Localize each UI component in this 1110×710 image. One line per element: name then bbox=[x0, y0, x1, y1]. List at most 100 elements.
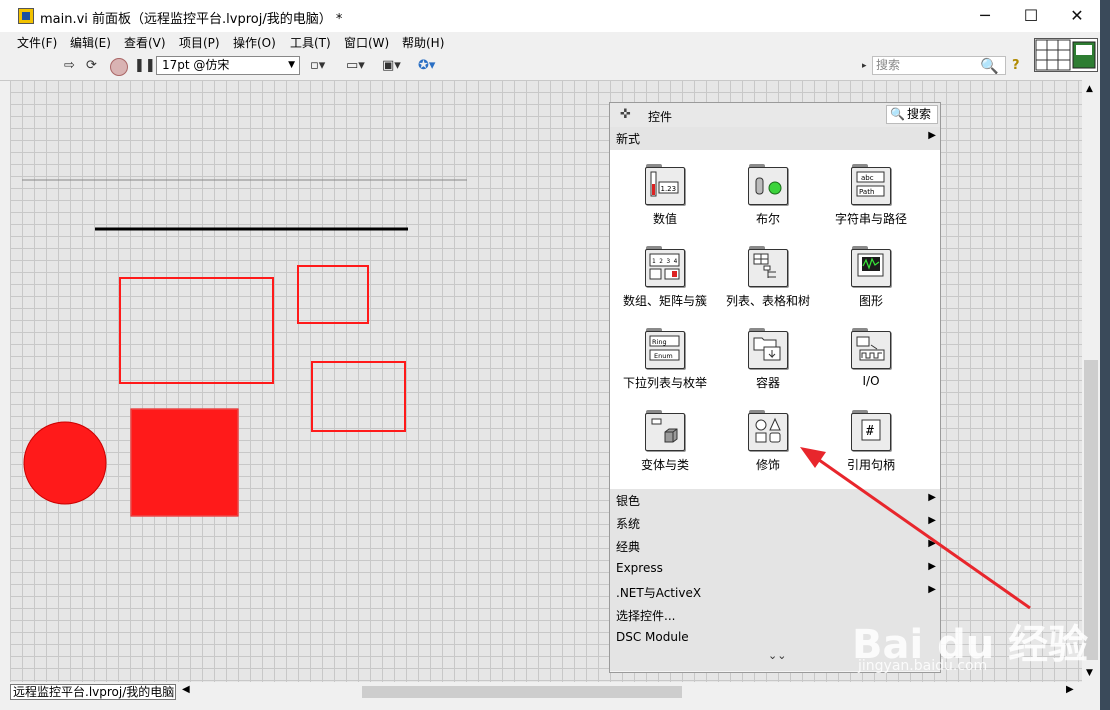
chevron-right-icon: ▶ bbox=[928, 584, 936, 595]
ring-enum-icon: Ring Enum bbox=[645, 328, 685, 369]
reorder-icon[interactable]: ✪▾ bbox=[418, 57, 435, 75]
scroll-up-icon[interactable]: ▲ bbox=[1086, 84, 1093, 94]
io-icon bbox=[851, 328, 891, 369]
red-frame-medium[interactable] bbox=[311, 361, 406, 432]
palette-item-string-path[interactable]: abc Path 字符串与路径 bbox=[816, 158, 926, 240]
category-label: 经典 bbox=[616, 540, 641, 554]
array-glyph-text: 1 2 3 4 bbox=[652, 258, 678, 265]
palette-item-variant-class[interactable]: 变体与类 bbox=[610, 404, 720, 486]
palette-item-ring-enum[interactable]: Ring Enum 下拉列表与枚举 bbox=[610, 322, 720, 404]
palette-item-label: 列表、表格和树 bbox=[725, 294, 810, 308]
category-label: 系统 bbox=[616, 517, 641, 531]
pause-icon[interactable]: ❚❚ bbox=[134, 57, 156, 75]
category-label: 新式 bbox=[616, 132, 641, 146]
palette-title: 控件 bbox=[648, 110, 673, 124]
menu-window[interactable]: 窗口(W) bbox=[344, 34, 389, 51]
palette-search-label: 搜索 bbox=[907, 107, 932, 121]
menu-view[interactable]: 查看(V) bbox=[124, 34, 166, 51]
palette-category-silver[interactable]: 银色 ▶ bbox=[610, 489, 940, 512]
menu-project[interactable]: 项目(P) bbox=[179, 34, 220, 51]
palette-item-refnum[interactable]: # 引用句柄 bbox=[816, 404, 926, 486]
watermark-url: jingyan.baidu.com bbox=[858, 658, 988, 674]
red-frame-small[interactable] bbox=[297, 265, 369, 324]
enum-glyph-text: Enum bbox=[654, 352, 673, 360]
palette-items-grid: 1.23 数值 布尔 abc Path 字符串与路径 1 2 3 4 数组、矩阵… bbox=[610, 150, 940, 489]
palette-category-system[interactable]: 系统 ▶ bbox=[610, 512, 940, 535]
palette-category-dotnet-activex[interactable]: .NET与ActiveX ▶ bbox=[610, 581, 940, 604]
palette-item-list-table-tree[interactable]: 列表、表格和树 bbox=[713, 240, 823, 322]
category-label: 选择控件... bbox=[616, 609, 676, 623]
menu-file[interactable]: 文件(F) bbox=[17, 34, 57, 51]
refnum-icon: # bbox=[851, 410, 891, 451]
string-path-icon: abc Path bbox=[851, 164, 891, 205]
string-glyph-text: abc bbox=[861, 174, 874, 182]
refnum-glyph-text: # bbox=[866, 424, 874, 439]
search-icon[interactable]: 🔍 bbox=[980, 57, 999, 75]
project-path-label: 远程监控平台.lvproj/我的电脑 bbox=[10, 684, 176, 700]
expand-more-icon[interactable]: ⌄⌄ bbox=[768, 649, 786, 662]
font-select[interactable]: 17pt @仿宋 ▼ bbox=[156, 56, 300, 75]
horizontal-scrollbar[interactable]: ◀ ▶ bbox=[180, 684, 1080, 700]
align-objects-icon[interactable]: ▫▾ bbox=[310, 57, 325, 75]
palette-category-modern[interactable]: 新式 ▶ bbox=[610, 127, 940, 150]
distribute-objects-icon[interactable]: ▭▾ bbox=[346, 57, 365, 75]
palette-item-label: I/O bbox=[862, 374, 880, 388]
palette-item-array-matrix-cluster[interactable]: 1 2 3 4 数组、矩阵与簇 bbox=[610, 240, 720, 322]
palette-item-label: 变体与类 bbox=[640, 458, 689, 472]
red-circle-decoration[interactable] bbox=[23, 421, 107, 505]
maximize-button[interactable]: ☐ bbox=[1008, 0, 1054, 32]
status-bar: 远程监控平台.lvproj/我的电脑 ◀ ▶ bbox=[0, 682, 1100, 710]
run-continuously-icon[interactable]: ⟳ bbox=[86, 57, 97, 75]
chevron-down-icon: ▼ bbox=[288, 60, 295, 70]
palette-item-label: 容器 bbox=[755, 376, 780, 390]
palette-category-express[interactable]: Express ▶ bbox=[610, 558, 940, 581]
path-glyph-text: Path bbox=[859, 188, 874, 196]
palette-item-label: 数组、矩阵与簇 bbox=[622, 294, 707, 308]
palette-header: ✜ 控件 🔍 搜索 bbox=[610, 103, 940, 127]
pin-icon[interactable]: ✜ bbox=[620, 107, 631, 122]
palette-item-graph[interactable]: 图形 bbox=[816, 240, 926, 322]
search-icon: 🔍 bbox=[890, 107, 905, 121]
palette-category-classic[interactable]: 经典 ▶ bbox=[610, 535, 940, 558]
palette-item-label: 下拉列表与枚举 bbox=[622, 376, 707, 390]
palette-item-containers[interactable]: 容器 bbox=[713, 322, 823, 404]
menu-operate[interactable]: 操作(O) bbox=[233, 34, 276, 51]
minimize-button[interactable]: ─ bbox=[962, 0, 1008, 32]
chevron-right-icon: ▶ bbox=[928, 492, 936, 503]
abort-icon[interactable] bbox=[110, 58, 128, 76]
menu-edit[interactable]: 编辑(E) bbox=[70, 34, 111, 51]
palette-item-label: 字符串与路径 bbox=[834, 212, 907, 226]
scroll-left-icon[interactable]: ◀ bbox=[182, 684, 190, 695]
run-icon[interactable]: ⇨ bbox=[64, 57, 75, 75]
help-icon[interactable]: ? bbox=[1012, 57, 1020, 75]
red-box-decoration[interactable] bbox=[130, 408, 239, 517]
chevron-right-icon: ▶ bbox=[928, 130, 936, 141]
numeric-icon: 1.23 bbox=[645, 164, 685, 205]
font-select-value: 17pt @仿宋 bbox=[162, 58, 230, 72]
palette-item-numeric[interactable]: 1.23 数值 bbox=[610, 158, 720, 240]
labview-vi-icon bbox=[18, 8, 34, 24]
palette-item-io[interactable]: I/O bbox=[816, 322, 926, 404]
palette-item-decorations[interactable]: 修饰 bbox=[713, 404, 823, 486]
variant-class-icon bbox=[645, 410, 685, 451]
vi-connector-pane-icon[interactable] bbox=[1034, 38, 1098, 72]
chevron-right-icon: ▶ bbox=[928, 561, 936, 572]
ring-glyph-text: Ring bbox=[652, 338, 667, 346]
chevron-right-icon: ▶ bbox=[928, 515, 936, 526]
containers-icon bbox=[748, 328, 788, 369]
scroll-right-icon[interactable]: ▶ bbox=[1066, 684, 1074, 695]
category-label: DSC Module bbox=[616, 630, 689, 644]
horizontal-scroll-thumb[interactable] bbox=[362, 686, 682, 698]
menu-bar: 文件(F) 编辑(E) 查看(V) 项目(P) 操作(O) 工具(T) 窗口(W… bbox=[0, 32, 1032, 52]
palette-item-boolean[interactable]: 布尔 bbox=[713, 158, 823, 240]
menu-help[interactable]: 帮助(H) bbox=[402, 34, 444, 51]
resize-objects-icon[interactable]: ▣▾ bbox=[382, 57, 401, 75]
palette-search-button[interactable]: 🔍 搜索 bbox=[886, 105, 938, 124]
vertical-scrollbar[interactable]: ▲ ▼ bbox=[1082, 80, 1100, 682]
graph-icon bbox=[851, 246, 891, 287]
palette-item-label: 图形 bbox=[858, 294, 883, 308]
search-expand-icon[interactable]: ▸ bbox=[862, 57, 867, 75]
menu-tools[interactable]: 工具(T) bbox=[290, 34, 331, 51]
red-frame-large[interactable] bbox=[119, 277, 274, 384]
close-button[interactable]: ✕ bbox=[1054, 0, 1100, 32]
